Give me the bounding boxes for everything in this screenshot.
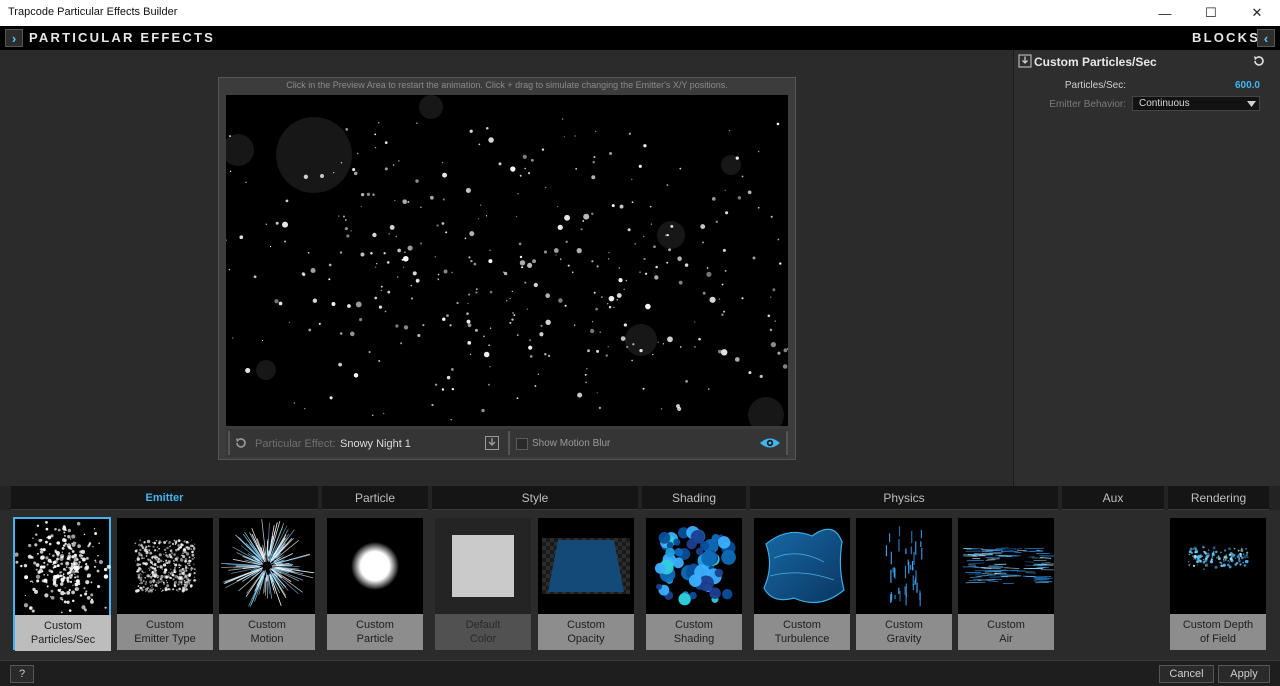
emitter-behavior-select[interactable]: Continuous [1132, 96, 1260, 111]
close-icon: ✕ [1251, 5, 1263, 20]
preview-area[interactable] [226, 95, 788, 426]
window-titlebar: Trapcode Particular Effects Builder — ☐ … [0, 0, 1280, 27]
tile-label: Custom Emitter Type [117, 614, 213, 650]
effect-label: Particular Effect: [255, 438, 336, 450]
tile-label: Custom Gravity [856, 614, 952, 650]
maximize-icon: ☐ [1205, 5, 1217, 20]
emitter-behavior-label: Emitter Behavior: [1049, 99, 1126, 110]
emitter-type-thumb-icon [117, 518, 213, 614]
category-physics[interactable]: Physics [750, 486, 1058, 510]
tile-custom-particle[interactable]: Custom Particle [327, 518, 423, 650]
preview-hint: Click in the Preview Area to restart the… [286, 80, 728, 90]
turbulence-sheet-thumb-icon [754, 518, 850, 614]
particles-sec-thumb-icon [15, 519, 111, 615]
soft-sphere-thumb-icon [327, 518, 423, 614]
tile-custom-turbulence[interactable]: Custom Turbulence [754, 518, 850, 650]
tile-custom-gravity[interactable]: Custom Gravity [856, 518, 952, 650]
collapse-blocks-button[interactable]: ‹ [1257, 29, 1275, 47]
tile-label: Custom Motion [219, 614, 315, 650]
particles-sec-label: Particles/Sec: [1064, 80, 1126, 91]
chevron-right-icon: › [11, 30, 17, 46]
motion-burst-thumb-icon [219, 518, 315, 614]
cancel-button[interactable]: Cancel [1159, 665, 1214, 683]
particles-sec-value[interactable]: 600.0 [1210, 80, 1260, 91]
tile-custom-depth-of-field[interactable]: Custom Depth of Field [1170, 518, 1266, 650]
expand-effects-button[interactable]: › [5, 29, 23, 47]
chevron-down-icon [1247, 101, 1256, 107]
reset-icon[interactable] [234, 436, 248, 450]
tile-label: Custom Depth of Field [1170, 614, 1266, 650]
chevron-left-icon: ‹ [1263, 30, 1269, 46]
white-square-thumb-icon [435, 518, 531, 614]
effects-header-title: PARTICULAR EFFECTS [29, 30, 215, 45]
save-block-icon[interactable] [1018, 54, 1032, 68]
tile-label: Custom Shading [646, 614, 742, 650]
category-particle[interactable]: Particle [322, 486, 428, 510]
shaded-spheres-thumb-icon [646, 518, 742, 614]
snow-particles-image [226, 95, 788, 426]
tile-custom-opacity[interactable]: Custom Opacity [538, 518, 634, 650]
tile-label: Custom Air [958, 614, 1054, 650]
gravity-streaks-thumb-icon [856, 518, 952, 614]
app-header: › PARTICULAR EFFECTS BLOCKS ‹ [0, 26, 1280, 50]
blocks-header-title: BLOCKS [1192, 30, 1261, 45]
tile-custom-motion[interactable]: Custom Motion [219, 518, 315, 650]
motion-blur-label: Show Motion Blur [532, 438, 611, 449]
tile-label: Custom Turbulence [754, 614, 850, 650]
tile-custom-air[interactable]: Custom Air [958, 518, 1054, 650]
category-shading[interactable]: Shading [642, 486, 746, 510]
tile-custom-particles-sec[interactable]: Custom Particles/Sec [13, 517, 111, 651]
air-streaks-thumb-icon [958, 518, 1054, 614]
save-effect-icon[interactable] [484, 435, 500, 451]
opacity-trapezoid-thumb-icon [538, 518, 634, 614]
category-emitter[interactable]: Emitter [11, 486, 318, 510]
block-properties-panel: Custom Particles/Sec Particles/Sec: 600.… [1013, 50, 1280, 486]
motion-blur-checkbox[interactable] [516, 438, 528, 450]
category-style[interactable]: Style [432, 486, 638, 510]
reset-block-icon[interactable] [1252, 54, 1266, 68]
maximize-button[interactable]: ☐ [1188, 0, 1234, 26]
tile-custom-shading[interactable]: Custom Shading [646, 518, 742, 650]
window-title: Trapcode Particular Effects Builder [8, 6, 178, 18]
depth-of-field-thumb-icon [1170, 518, 1266, 614]
help-button[interactable]: ? [10, 665, 34, 683]
preview-toolbar: Particular Effect: Snowy Night 1 Show Mo… [226, 429, 788, 457]
tile-label: Custom Particles/Sec [15, 615, 111, 651]
minimize-icon: — [1158, 5, 1172, 21]
tile-default-color[interactable]: Default Color [435, 518, 531, 650]
eye-icon[interactable] [759, 436, 781, 450]
minimize-button[interactable]: — [1142, 0, 1188, 26]
category-aux[interactable]: Aux [1062, 486, 1164, 510]
tile-label: Custom Particle [327, 614, 423, 650]
tile-label: Default Color [435, 614, 531, 650]
tile-custom-emitter-type[interactable]: Custom Emitter Type [117, 518, 213, 650]
tile-label: Custom Opacity [538, 614, 634, 650]
footer-bar: ? Cancel Apply [0, 660, 1280, 686]
effect-name: Snowy Night 1 [340, 438, 411, 450]
emitter-behavior-value: Continuous [1139, 98, 1190, 109]
category-bar: Emitter Particle Style Shading Physics A… [0, 486, 1280, 510]
apply-button[interactable]: Apply [1218, 665, 1270, 683]
category-rendering[interactable]: Rendering [1168, 486, 1269, 510]
block-title: Custom Particles/Sec [1034, 55, 1157, 69]
close-button[interactable]: ✕ [1234, 0, 1280, 26]
